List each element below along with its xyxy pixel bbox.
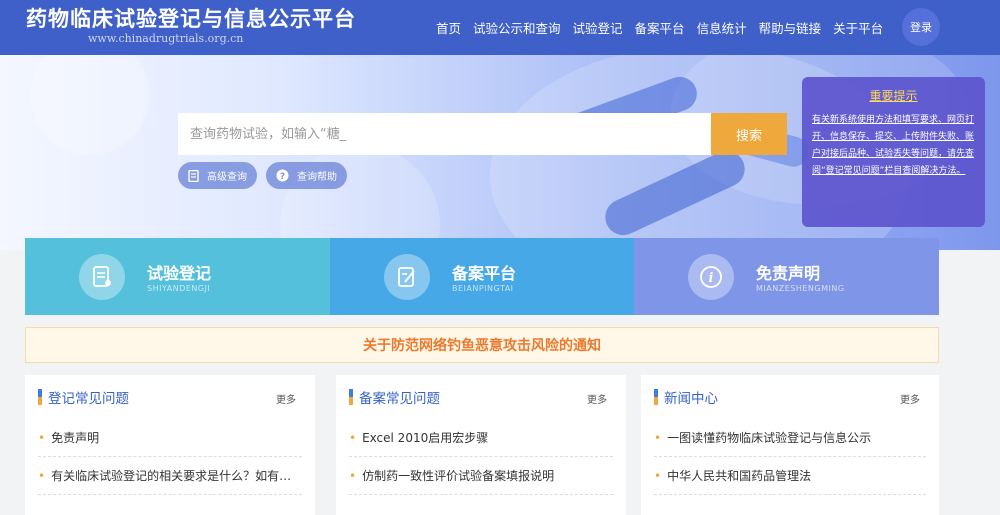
search-help-label: 查询帮助 xyxy=(297,172,337,183)
list-item-text: Excel 2010启用宏步骤 xyxy=(362,431,489,445)
card-header: 新闻中心 更多 xyxy=(654,375,926,419)
bullet-dot: • xyxy=(654,468,662,483)
site-logo[interactable]: 药物临床试验登记与信息公示平台 www.chinadrugtrials.org.… xyxy=(26,6,356,45)
trial-search-input[interactable] xyxy=(178,113,711,155)
card-registration-faq: 登记常见问题 更多 • 免责声明 • 有关临床试验登记的相关要求是什么？如有… xyxy=(25,375,315,515)
search-bar: 搜索 xyxy=(178,113,787,155)
bullet-dot: • xyxy=(38,468,46,483)
list-item[interactable]: • 免责声明 xyxy=(38,419,302,457)
edit-doc-icon xyxy=(384,254,430,300)
tile-label: 备案平台 xyxy=(452,264,517,283)
bullet-dot: • xyxy=(38,430,46,445)
card-news-center: 新闻中心 更多 • 一图读懂药物临床试验登记与信息公示 • 中华人民共和国药品管理法 xyxy=(641,375,939,515)
card-header: 登记常见问题 更多 xyxy=(38,375,302,419)
list-item-text: 一图读懂药物临床试验登记与信息公示 xyxy=(667,431,872,445)
tile-label: 免责声明 xyxy=(756,264,821,283)
site-title: 药物临床试验登记与信息公示平台 xyxy=(26,6,356,31)
list-item[interactable]: • 中华人民共和国药品管理法 xyxy=(654,457,926,495)
phishing-alert-banner: 关于防范网络钓鱼恶意攻击风险的通知 xyxy=(25,327,939,363)
nav-item-statistics[interactable]: 信息统计 xyxy=(697,18,747,37)
list-item[interactable]: • 一图读懂药物临床试验登记与信息公示 xyxy=(654,419,926,457)
notice-body[interactable]: 有关新系统使用方法和填写要求、网页打开、信息保存、提交、上传附件失败、账户对接后… xyxy=(812,112,975,180)
card-title[interactable]: 新闻中心 xyxy=(664,387,718,407)
important-notice-card: 重要提示 有关新系统使用方法和填写要求、网页打开、信息保存、提交、上传附件失败、… xyxy=(802,77,985,227)
main-nav: 首页 试验公示和查询 试验登记 备案平台 信息统计 帮助与链接 关于平台 xyxy=(436,0,895,55)
card-title[interactable]: 备案常见问题 xyxy=(359,387,440,407)
tile-filing-platform[interactable]: 备案平台 BEIANPINGTAI xyxy=(330,238,634,315)
login-button[interactable]: 登录 xyxy=(902,8,940,46)
card-title[interactable]: 登记常见问题 xyxy=(48,387,129,407)
list-item-text: 有关临床试验登记的相关要求是什么？如有… xyxy=(51,469,292,483)
alert-link[interactable]: 关于防范网络钓鱼恶意攻击风险的通知 xyxy=(363,335,601,355)
registration-doc-icon xyxy=(79,254,125,300)
hero-banner: 搜索 高级查询 ? 查询帮助 重要提示 有关新系统使用方法和填写要求、网页打开、… xyxy=(0,55,1000,250)
tile-label: 试验登记 xyxy=(147,264,212,283)
list-item-text: 免责声明 xyxy=(51,431,100,445)
search-button[interactable]: 搜索 xyxy=(711,113,787,155)
tile-disclaimer[interactable]: i 免责声明 MIANZESHENGMING xyxy=(634,238,939,315)
notice-title[interactable]: 重要提示 xyxy=(812,87,975,104)
list-item-text: 中华人民共和国药品管理法 xyxy=(667,469,812,483)
bullet-dot: • xyxy=(349,430,357,445)
question-icon: ? xyxy=(276,169,289,182)
card-filing-faq: 备案常见问题 更多 • Excel 2010启用宏步骤 • 仿制药一致性评价试验备案… xyxy=(336,375,626,515)
list-item[interactable]: • Excel 2010启用宏步骤 xyxy=(349,419,613,457)
nav-item-about[interactable]: 关于平台 xyxy=(833,18,883,37)
svg-text:i: i xyxy=(709,271,714,286)
advanced-search-button[interactable]: 高级查询 xyxy=(178,162,257,189)
tile-sublabel: BEIANPINGTAI xyxy=(452,284,514,293)
info-icon: i xyxy=(688,254,734,300)
more-link[interactable]: 更多 xyxy=(276,391,296,406)
section-marker xyxy=(349,389,353,405)
site-url: www.chinadrugtrials.org.cn xyxy=(88,32,244,45)
card-header: 备案常见问题 更多 xyxy=(349,375,613,419)
search-help-button[interactable]: ? 查询帮助 xyxy=(266,162,347,189)
list-item[interactable]: • 仿制药一致性评价试验备案填报说明 xyxy=(349,457,613,495)
section-marker xyxy=(38,389,42,405)
nav-item-trial-registration[interactable]: 试验登记 xyxy=(573,18,623,37)
more-link[interactable]: 更多 xyxy=(587,391,607,406)
section-marker xyxy=(654,389,658,405)
bullet-dot: • xyxy=(349,468,357,483)
bullet-dot: • xyxy=(654,430,662,445)
tile-sublabel: MIANZESHENGMING xyxy=(756,284,845,293)
advanced-search-label: 高级查询 xyxy=(207,172,247,183)
svg-text:?: ? xyxy=(280,172,285,182)
nav-item-home[interactable]: 首页 xyxy=(436,18,461,37)
nav-item-help-links[interactable]: 帮助与链接 xyxy=(759,18,822,37)
top-header: 药物临床试验登记与信息公示平台 www.chinadrugtrials.org.… xyxy=(0,0,1000,55)
list-item-text: 仿制药一致性评价试验备案填报说明 xyxy=(362,469,555,483)
tile-trial-registration[interactable]: 试验登记 SHIYANDENGJI xyxy=(25,238,330,315)
quick-entry-tiles: 试验登记 SHIYANDENGJI 备案平台 BEIANPINGTAI i 免责… xyxy=(25,238,939,315)
tile-sublabel: SHIYANDENGJI xyxy=(147,284,211,293)
list-item[interactable]: • 有关临床试验登记的相关要求是什么？如有… xyxy=(38,457,302,495)
nav-item-trial-search[interactable]: 试验公示和查询 xyxy=(473,18,561,37)
more-link[interactable]: 更多 xyxy=(900,391,920,406)
nav-item-filing-platform[interactable]: 备案平台 xyxy=(635,18,685,37)
list-doc-icon xyxy=(188,169,199,182)
